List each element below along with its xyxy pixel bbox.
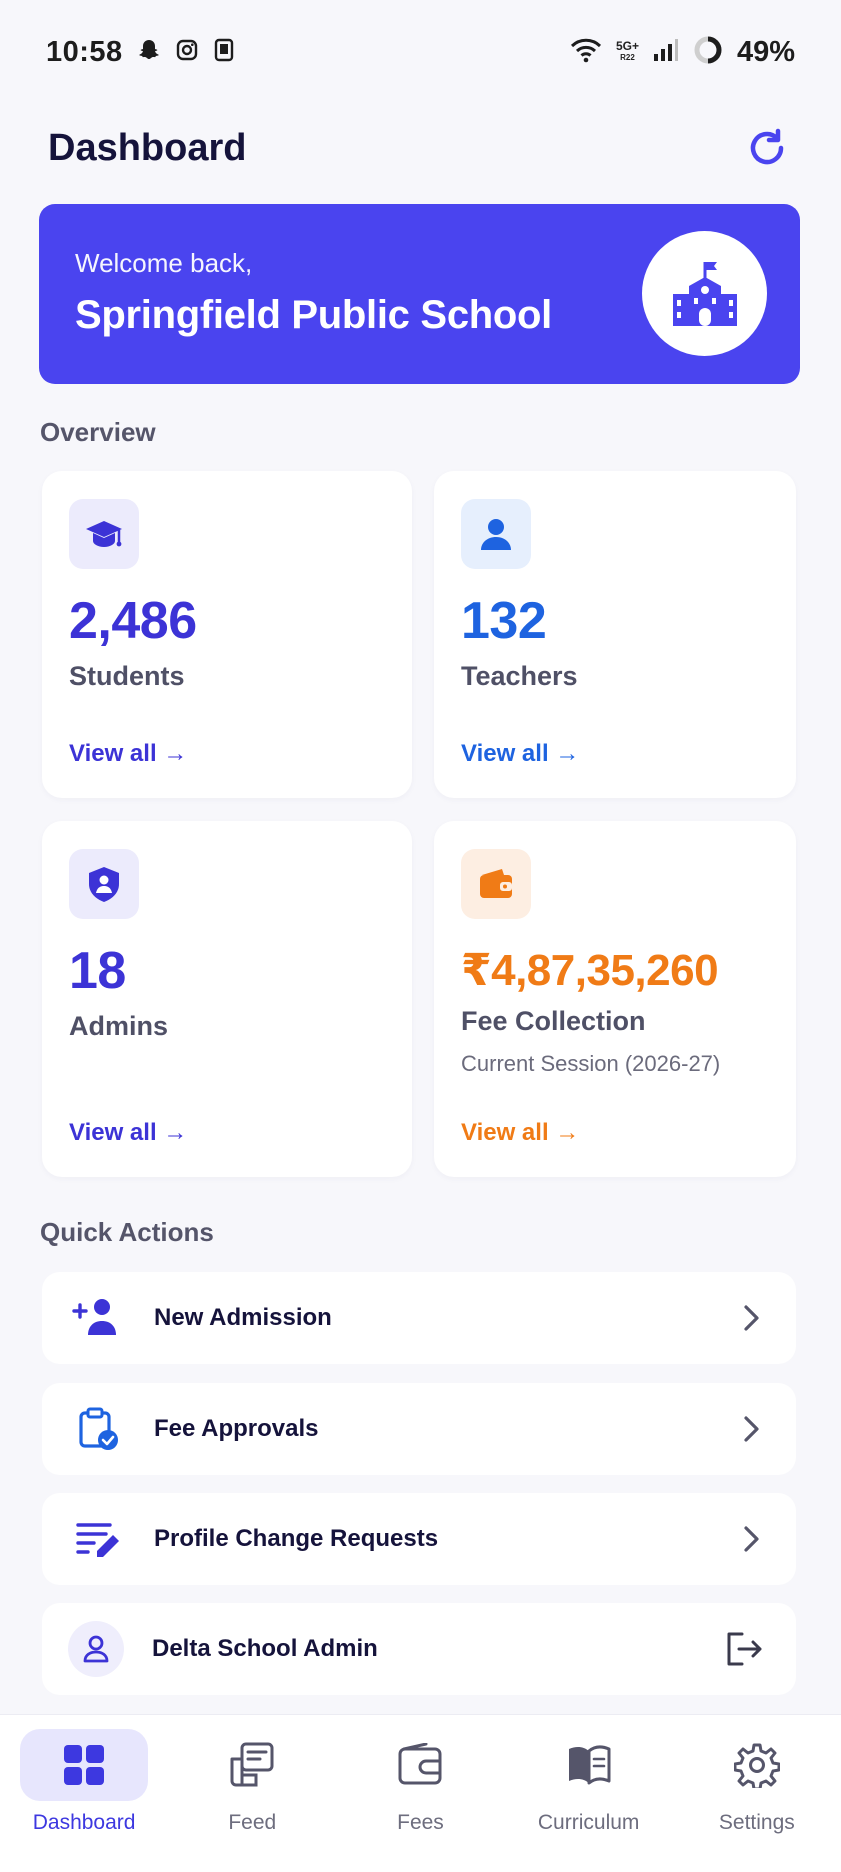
clipboard-check-icon <box>68 1399 128 1459</box>
edit-list-icon <box>68 1509 128 1569</box>
students-card[interactable]: 2,486 Students View all → <box>42 471 412 798</box>
students-count: 2,486 <box>69 592 197 650</box>
fee-collection-amount: ₹4,87,35,260 <box>461 946 719 995</box>
account-name: Delta School Admin <box>152 1635 378 1662</box>
fee-icon-badge <box>461 849 531 919</box>
teachers-count: 132 <box>461 592 547 650</box>
chevron-right-icon <box>736 1414 766 1444</box>
battery-ring-icon <box>693 35 723 70</box>
students-view-all-link[interactable]: View all → <box>69 740 187 768</box>
snapchat-icon <box>137 38 161 67</box>
teachers-card[interactable]: 132 Teachers View all → <box>434 471 796 798</box>
admins-card[interactable]: 18 Admins View all → <box>42 821 412 1177</box>
fee-collection-label: Fee Collection <box>461 1006 646 1036</box>
bottom-nav: Dashboard Feed Fees Curriculum Settings <box>0 1714 841 1872</box>
teachers-view-all-link[interactable]: View all → <box>461 740 579 768</box>
fee-session-label: Current Session (2026-27) <box>461 1051 721 1076</box>
admins-label: Admins <box>69 1011 169 1041</box>
overview-heading: Overview <box>40 417 156 447</box>
notes-app-icon <box>213 38 235 67</box>
admin-shield-icon <box>89 867 119 902</box>
add-person-icon <box>68 1288 128 1348</box>
logout-button[interactable] <box>722 1632 766 1666</box>
book-icon <box>568 1745 611 1785</box>
nav-feed-label: Feed <box>228 1811 277 1834</box>
chevron-right-icon <box>736 1524 766 1554</box>
profile-change-requests-button[interactable]: Profile Change Requests <box>42 1493 796 1585</box>
refresh-icon <box>750 128 784 165</box>
new-admission-button[interactable]: New Admission <box>42 1272 796 1364</box>
graduation-cap-icon <box>86 521 122 547</box>
teachers-label: Teachers <box>461 661 578 691</box>
students-label: Students <box>69 661 185 691</box>
fee-approvals-button[interactable]: Fee Approvals <box>42 1383 796 1475</box>
battery-level: 49% <box>736 35 795 68</box>
account-row: Delta School Admin <box>42 1603 796 1695</box>
nav-fees[interactable]: Fees <box>336 1715 504 1872</box>
nav-dashboard[interactable]: Dashboard <box>0 1715 168 1872</box>
status-time: 10:58 <box>46 35 123 68</box>
admins-count: 18 <box>69 942 126 1000</box>
students-icon-badge <box>69 499 139 569</box>
fee-collection-card[interactable]: ₹4,87,35,260 Fee Collection Current Sess… <box>434 821 796 1177</box>
school-building-icon <box>672 261 737 326</box>
network-type: 5G+ R22 <box>615 39 639 62</box>
nav-settings[interactable]: Settings <box>673 1715 841 1872</box>
person-icon <box>481 519 511 550</box>
nav-settings-label: Settings <box>718 1811 795 1834</box>
signal-icon <box>653 38 679 67</box>
header: Dashboard <box>48 118 793 178</box>
grid-icon <box>64 1745 105 1785</box>
nav-curriculum-label: Curriculum <box>537 1811 640 1834</box>
wallet-icon <box>398 1743 442 1785</box>
wallet-icon <box>480 869 512 898</box>
welcome-card: Welcome back, Springfield Public School <box>39 204 800 384</box>
feed-icon <box>230 1742 274 1787</box>
nav-fees-label: Fees <box>397 1811 444 1834</box>
fee-view-all-link[interactable]: View all → <box>461 1119 579 1147</box>
page-title: Dashboard <box>48 126 247 169</box>
chevron-right-icon <box>736 1303 766 1333</box>
quick-actions-heading: Quick Actions <box>40 1217 214 1247</box>
admins-view-all-link[interactable]: View all → <box>69 1119 187 1147</box>
user-icon <box>68 1621 124 1677</box>
profile-change-requests-label: Profile Change Requests <box>154 1525 439 1552</box>
wifi-icon <box>570 37 602 68</box>
logout-icon <box>727 1632 762 1666</box>
nav-curriculum[interactable]: Curriculum <box>505 1715 673 1872</box>
school-avatar <box>642 231 767 356</box>
nav-feed[interactable]: Feed <box>168 1715 336 1872</box>
admins-icon-badge <box>69 849 139 919</box>
new-admission-label: New Admission <box>154 1304 332 1331</box>
instagram-icon <box>175 38 199 67</box>
gear-icon <box>733 1743 780 1788</box>
refresh-button[interactable] <box>741 122 793 174</box>
fee-approvals-label: Fee Approvals <box>154 1415 319 1442</box>
teachers-icon-badge <box>461 499 531 569</box>
status-bar: 10:58 5G+ R22 49% <box>0 0 841 104</box>
nav-dashboard-label: Dashboard <box>32 1811 136 1834</box>
